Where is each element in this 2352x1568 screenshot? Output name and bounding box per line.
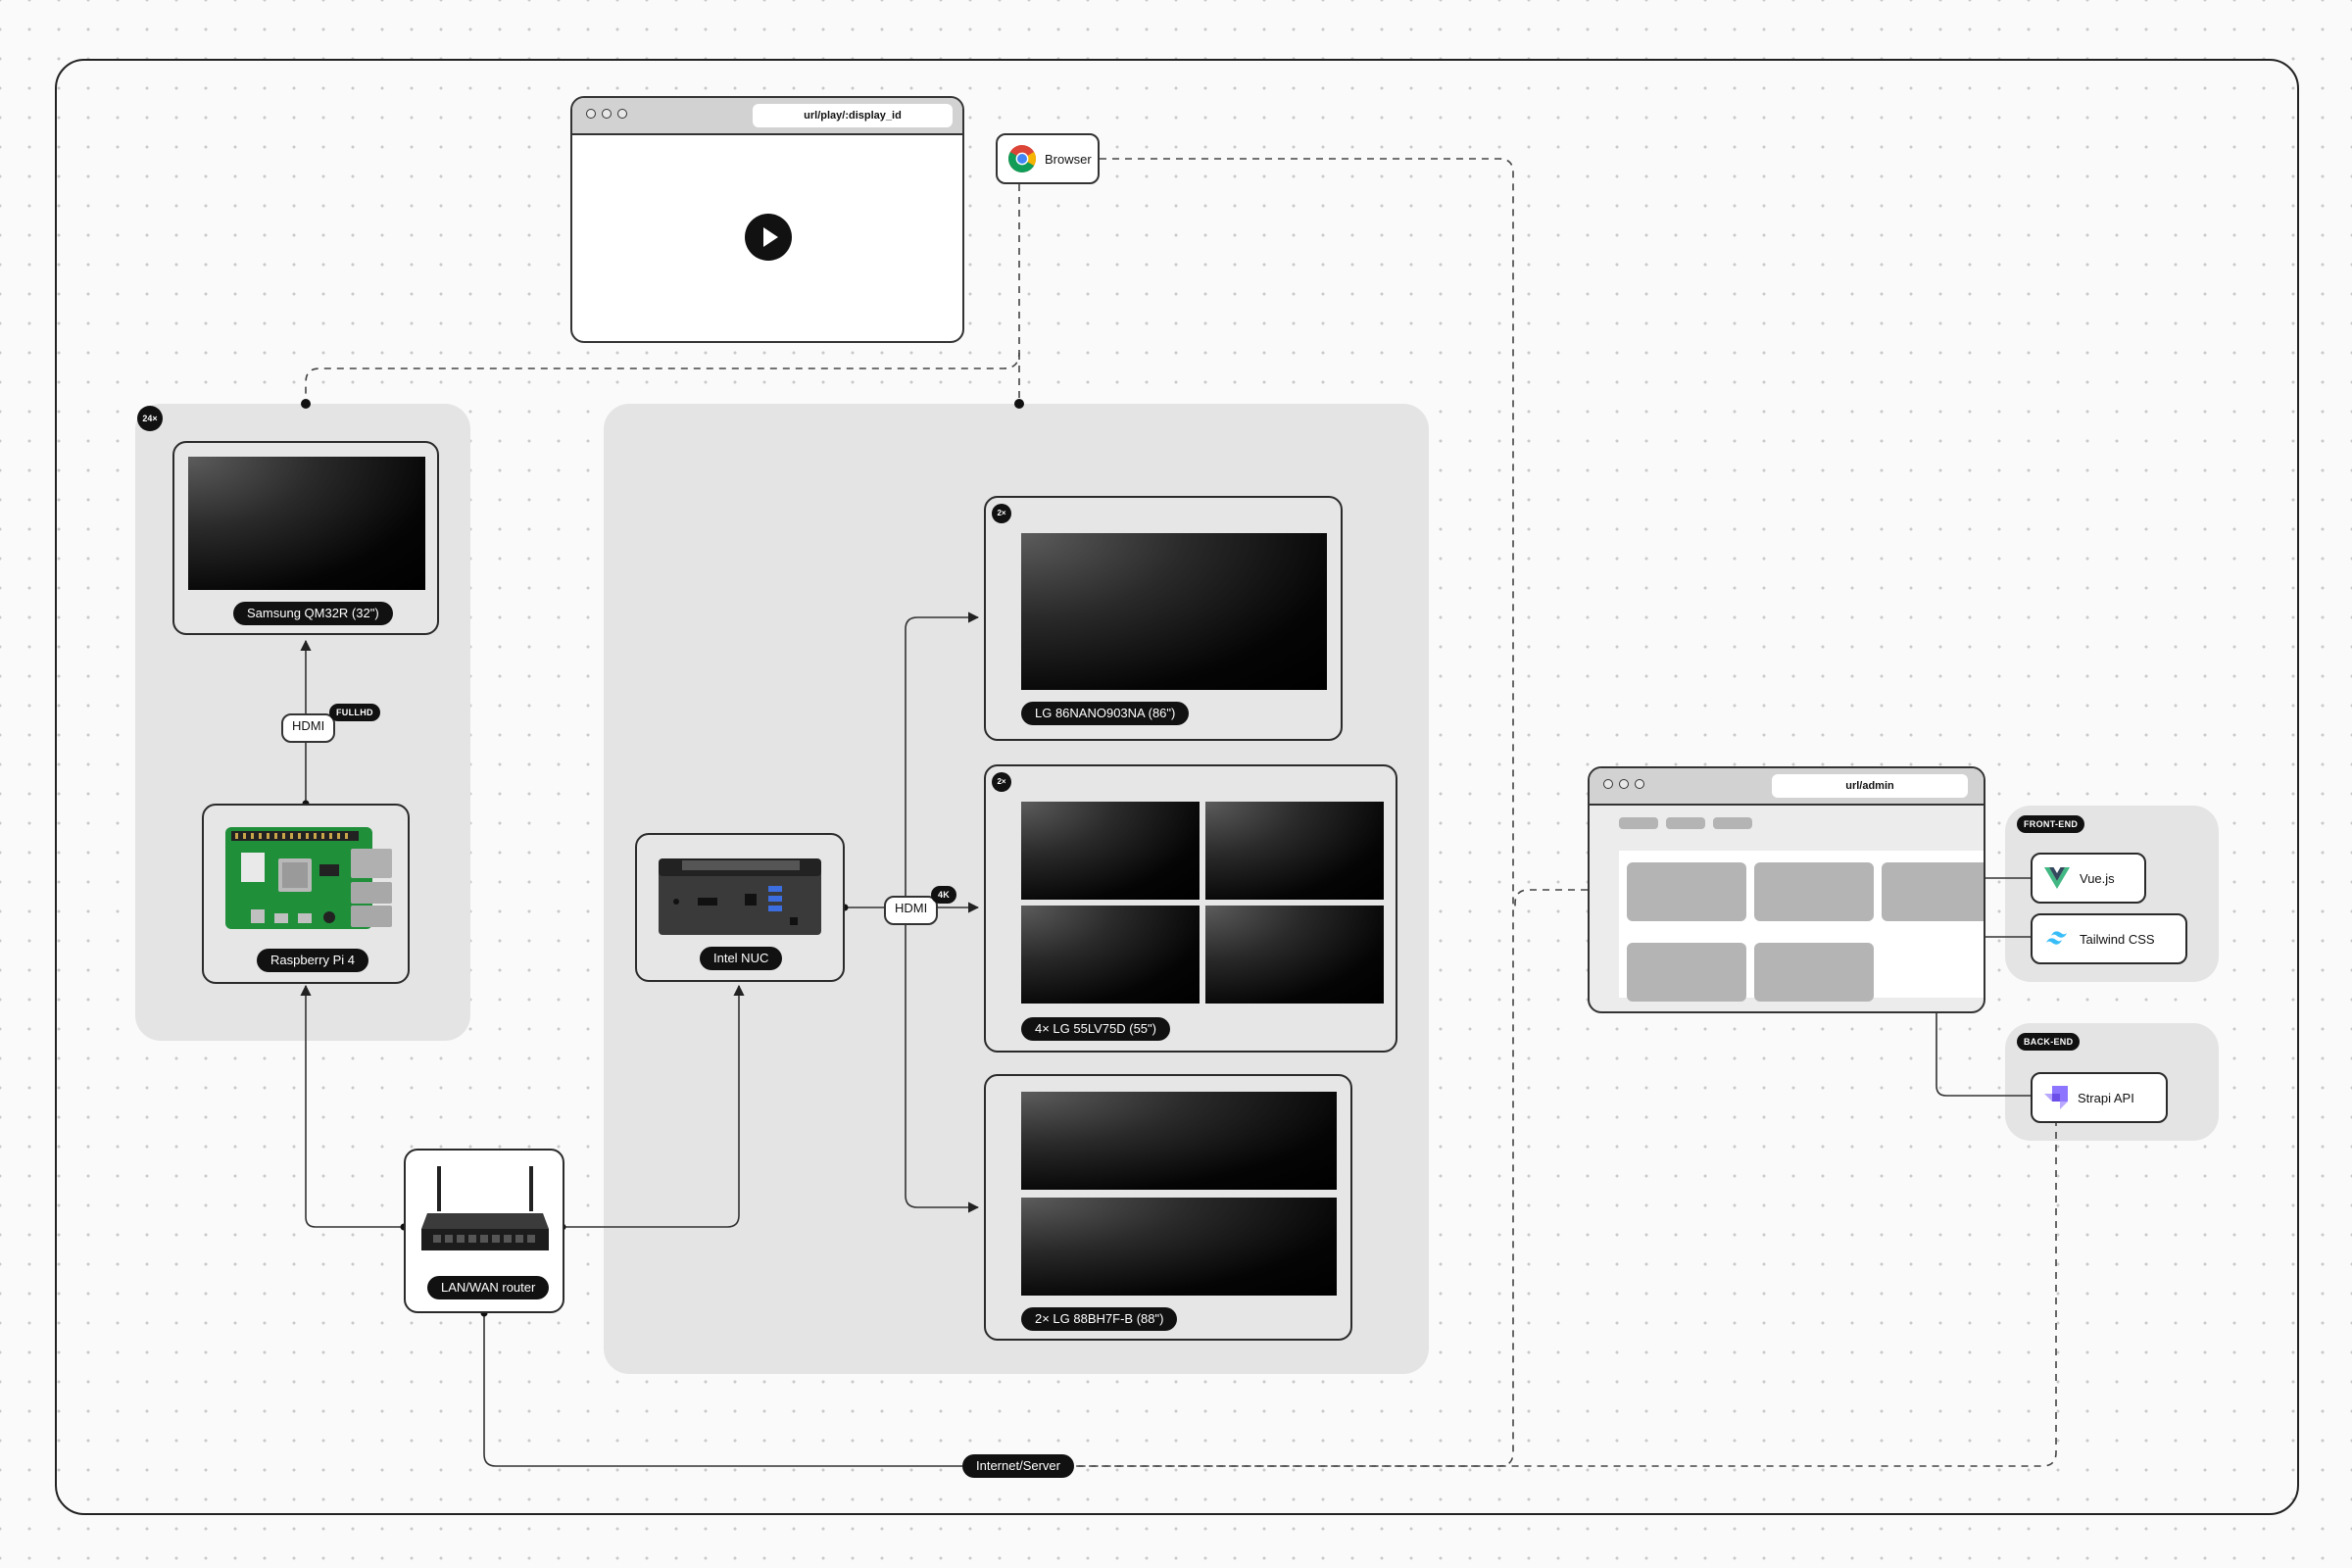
play-icon[interactable] [745,214,792,261]
content-block[interactable] [1754,943,1874,1002]
intel-nuc-card[interactable]: Intel NUC [635,833,845,982]
tailwind-logo-icon [2044,930,2070,948]
window-control-icon[interactable] [1635,779,1644,789]
browser-label: Browser [1045,151,1092,167]
content-block[interactable] [1627,862,1746,921]
display-card-lg-88[interactable]: 2× LG 88BH7F-B (88") [984,1074,1352,1341]
address-bar[interactable]: url/admin [1772,774,1968,798]
count-badge: 2× [992,772,1011,792]
display-label: LG 86NANO903NA (86") [1021,702,1190,725]
device-label: Raspberry Pi 4 [257,949,368,972]
window-title-bar: url/play/:display_id [572,98,962,135]
display-screen [1205,906,1384,1004]
resolution-badge: FULLHD [329,704,380,721]
raspberry-pi-board [221,819,394,937]
resolution-badge: 4K [931,886,957,904]
samsung-display-card[interactable]: Samsung QM32R (32") [172,441,439,635]
router-card[interactable]: LAN/WAN router [404,1149,564,1313]
raspberry-pi-card[interactable]: Raspberry Pi 4 [202,804,410,984]
content-block[interactable] [1627,943,1746,1002]
display-card-lg-55-wall[interactable]: 2× 4× LG 55LV75D (55") [984,764,1397,1053]
vue-logo-icon [2044,866,2070,890]
display-screen [1021,906,1200,1004]
display-screen [188,457,425,590]
strapi-logo-icon [2044,1086,2068,1109]
window-control-icon[interactable] [586,109,596,119]
player-browser-window: url/play/:display_id [570,96,964,343]
window-control-icon[interactable] [1603,779,1613,789]
display-screen [1021,1198,1337,1296]
display-screen [1021,802,1200,900]
tech-chip-strapi[interactable]: Strapi API [2031,1072,2168,1123]
hdmi-label: HDMI [884,896,939,925]
count-badge: 2× [992,504,1011,523]
address-bar[interactable]: url/play/:display_id [753,104,953,127]
hdmi-label: HDMI [281,713,336,743]
admin-browser-window: url/admin [1588,766,1985,1013]
device-label: LAN/WAN router [427,1276,550,1299]
tech-label: Strapi API [2078,1090,2134,1105]
tech-chip-vue[interactable]: Vue.js [2031,853,2146,904]
display-label: 4× LG 55LV75D (55") [1021,1017,1170,1041]
tech-label: Vue.js [2080,870,2115,886]
content-block[interactable] [1882,862,1984,921]
tech-chip-tailwind[interactable]: Tailwind CSS [2031,913,2187,964]
window-control-icon[interactable] [617,109,627,119]
content-block[interactable] [1754,862,1874,921]
window-control-icon[interactable] [602,109,612,119]
nav-placeholder[interactable] [1666,817,1705,829]
browser-chip[interactable]: Browser [996,133,1100,184]
section-badge: FRONT-END [2017,815,2085,833]
display-screen [1205,802,1384,900]
count-badge: 24× [137,406,163,431]
nav-placeholder[interactable] [1713,817,1752,829]
chrome-logo-icon [1007,144,1037,173]
device-label: Intel NUC [700,947,783,970]
admin-content-area [1619,851,1984,1002]
nav-placeholder[interactable] [1619,817,1658,829]
display-card-lg-86[interactable]: 2× LG 86NANO903NA (86") [984,496,1343,741]
window-title-bar: url/admin [1590,768,1984,806]
intel-nuc-device [653,849,829,943]
display-screen [1021,1092,1337,1190]
display-screen [1021,533,1327,690]
section-badge: BACK-END [2017,1033,2081,1051]
router-device [419,1166,551,1264]
internet-server-label: Internet/Server [962,1454,1074,1478]
display-label: Samsung QM32R (32") [233,602,393,625]
display-label: 2× LG 88BH7F-B (88") [1021,1307,1178,1331]
tech-label: Tailwind CSS [2080,931,2155,947]
window-control-icon[interactable] [1619,779,1629,789]
